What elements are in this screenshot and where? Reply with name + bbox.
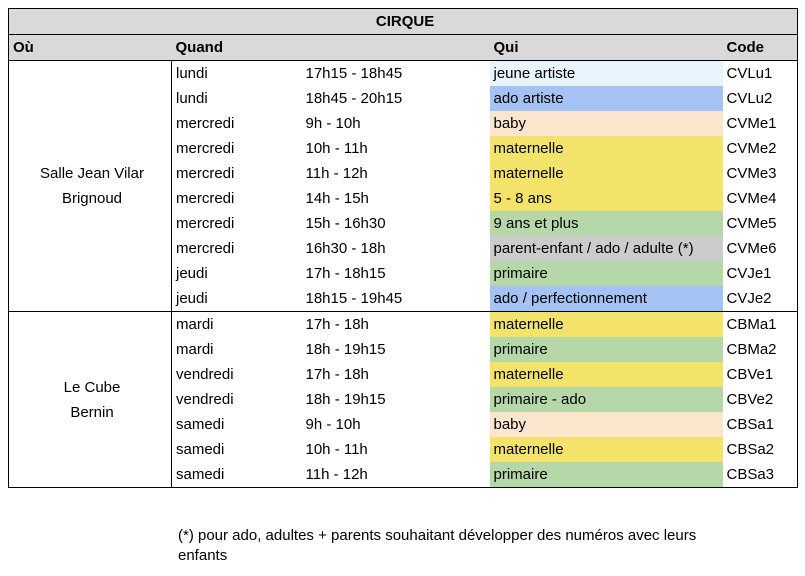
qui-cell: ado / perfectionnement bbox=[489, 286, 723, 312]
code-cell: CBSa3 bbox=[722, 462, 799, 488]
location-name: Salle Jean Vilar bbox=[40, 165, 144, 182]
code-cell: CBVe1 bbox=[722, 362, 799, 387]
code-cell: CVMe2 bbox=[722, 136, 799, 161]
day-cell: lundi bbox=[176, 65, 208, 82]
time-cell: 9h - 10h bbox=[305, 115, 361, 132]
qui-cell: maternelle bbox=[489, 437, 723, 462]
time-cell: 15h - 16h30 bbox=[305, 215, 386, 232]
header-code: Code bbox=[722, 34, 799, 61]
location-cell: Salle Jean Vilar Brignoud bbox=[8, 60, 172, 312]
time-cell: 18h - 19h15 bbox=[305, 391, 386, 408]
day-cell: vendredi bbox=[176, 366, 234, 383]
code-cell: CVMe4 bbox=[722, 186, 799, 211]
qui-cell: primaire - ado bbox=[489, 387, 723, 412]
time-cell: 10h - 11h bbox=[305, 140, 368, 157]
qui-cell: maternelle bbox=[489, 362, 723, 387]
qui-cell: maternelle bbox=[489, 136, 723, 161]
qui-cell: jeune artiste bbox=[489, 60, 723, 86]
time-cell: 18h - 19h15 bbox=[305, 341, 386, 358]
day-cell: samedi bbox=[176, 416, 225, 433]
qui-cell: primaire bbox=[489, 261, 723, 286]
location-name: Le Cube bbox=[63, 378, 121, 396]
qui-cell: parent-enfant / ado / adulte (*) bbox=[489, 236, 723, 261]
time-cell: 17h - 18h bbox=[305, 366, 369, 383]
header-ou: Où bbox=[8, 34, 172, 61]
location-cell: Le Cube Bernin bbox=[8, 311, 172, 488]
location-town: Brignoud bbox=[61, 190, 123, 207]
time-cell: 14h - 15h bbox=[305, 190, 369, 207]
time-cell: 11h - 12h bbox=[305, 165, 368, 182]
day-cell: vendredi bbox=[176, 391, 234, 408]
code-cell: CVMe1 bbox=[722, 111, 799, 136]
code-cell: CBMa1 bbox=[722, 311, 799, 337]
code-cell: CBMa2 bbox=[722, 337, 799, 362]
day-cell: mardi bbox=[176, 341, 214, 358]
day-cell: lundi bbox=[176, 90, 208, 107]
schedule-table: CIRQUE Où Quand Qui Code Salle Jean Vila… bbox=[7, 8, 799, 488]
qui-cell: baby bbox=[489, 412, 723, 437]
day-cell: mercredi bbox=[176, 215, 235, 232]
code-cell: CVMe3 bbox=[722, 161, 799, 186]
time-cell: 18h45 - 20h15 bbox=[305, 90, 403, 107]
qui-cell: maternelle bbox=[489, 311, 723, 337]
day-cell: jeudi bbox=[171, 286, 302, 312]
code-cell: CVLu1 bbox=[722, 60, 799, 86]
table-title: CIRQUE bbox=[7, 8, 799, 35]
day-cell: mercredi bbox=[176, 190, 235, 207]
qui-cell: primaire bbox=[489, 462, 723, 488]
footnote: (*) pour ado, adultes + parents souhaita… bbox=[178, 527, 697, 564]
time-cell: 17h - 18h15 bbox=[305, 265, 386, 282]
title-row: CIRQUE bbox=[7, 8, 799, 35]
day-cell: mercredi bbox=[176, 140, 235, 157]
code-cell: CBSa1 bbox=[722, 412, 799, 437]
day-cell: mercredi bbox=[176, 240, 235, 257]
time-cell: 17h - 18h bbox=[305, 316, 369, 333]
header-qui: Qui bbox=[489, 34, 723, 61]
qui-cell: baby bbox=[489, 111, 723, 136]
day-cell: mercredi bbox=[176, 115, 235, 132]
time-cell: 17h15 - 18h45 bbox=[305, 65, 403, 82]
qui-cell: 9 ans et plus bbox=[489, 211, 723, 236]
code-cell: CVMe5 bbox=[722, 211, 799, 236]
header-row: Où Quand Qui Code bbox=[8, 34, 799, 61]
schedule-body: Salle Jean Vilar Brignoud lundi 17h15 - 18h… bbox=[8, 60, 799, 488]
table-row: Le Cube Bernin mardi 17h - 18h maternelle CBM… bbox=[8, 311, 799, 488]
time-cell: 10h - 11h bbox=[305, 441, 368, 458]
qui-cell: primaire bbox=[489, 337, 723, 362]
code-cell: CVMe6 bbox=[722, 236, 799, 261]
code-cell: CBVe2 bbox=[722, 387, 799, 412]
day-cell: samedi bbox=[176, 441, 225, 458]
day-cell: samedi bbox=[171, 462, 302, 488]
table-row: Salle Jean Vilar Brignoud lundi 17h15 - 18h… bbox=[8, 60, 799, 312]
code-cell: CVJe1 bbox=[722, 261, 799, 286]
code-cell: CVLu2 bbox=[722, 86, 799, 111]
qui-cell: 5 - 8 ans bbox=[489, 186, 723, 211]
time-cell: 9h - 10h bbox=[305, 416, 361, 433]
time-cell: 16h30 - 18h bbox=[305, 240, 386, 257]
code-cell: CVJe2 bbox=[722, 286, 799, 312]
day-cell: mardi bbox=[176, 316, 214, 333]
header-quand: Quand bbox=[171, 34, 490, 61]
time-cell: 11h - 12h bbox=[301, 462, 490, 488]
code-cell: CBSa2 bbox=[722, 437, 799, 462]
day-cell: jeudi bbox=[176, 265, 208, 282]
time-cell: 18h15 - 19h45 bbox=[301, 286, 490, 312]
location-town: Bernin bbox=[70, 403, 114, 421]
day-cell: mercredi bbox=[176, 165, 235, 182]
qui-cell: ado artiste bbox=[489, 86, 723, 111]
qui-cell: maternelle bbox=[489, 161, 723, 186]
